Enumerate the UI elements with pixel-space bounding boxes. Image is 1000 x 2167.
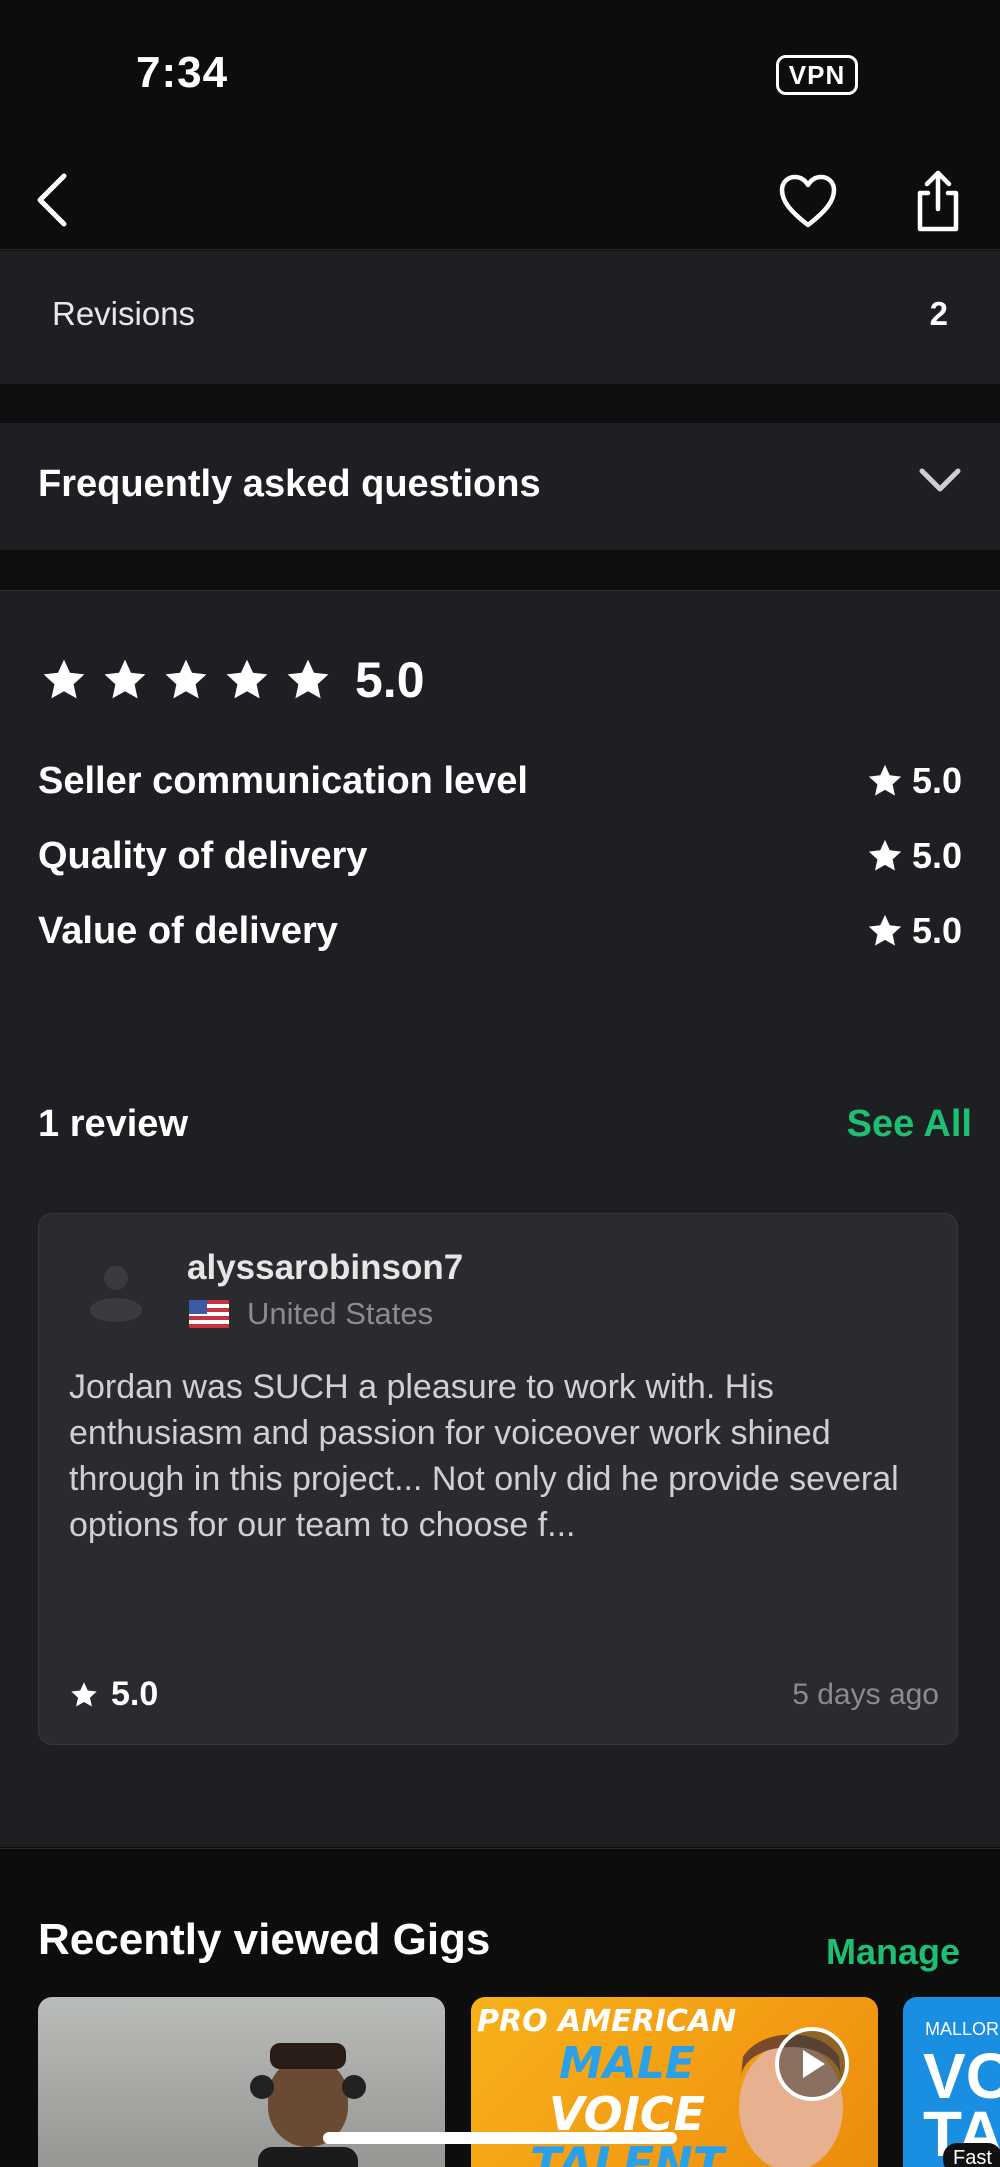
recently-viewed-section: Recently viewed Gigs Manage PRO AMERICAN… [0,1848,1000,2167]
us-flag-icon [189,1300,229,1328]
ratings-section: 5.0 Seller communication level 5.0 Quali… [0,590,1000,1847]
metric-value: 5.0 [866,760,962,802]
metric-score: 5.0 [911,760,962,801]
metric-row: Quality of delivery 5.0 [38,826,962,886]
star-icon [868,914,902,946]
manage-link[interactable]: Manage [826,1931,960,1973]
gig-card[interactable]: MALLOR VO TA Fast [903,1997,1000,2167]
overall-rating: 5.0 [40,651,425,709]
chevron-left-icon [37,173,67,227]
gig-thumbnail-line: VO [923,2040,1000,2112]
reviews-count: 1 review [38,1103,188,1145]
star-icon [43,659,85,699]
play-icon [803,2050,825,2078]
review-score-value: 5.0 [111,1675,159,1713]
recent-title: Recently viewed Gigs [38,1915,491,1964]
play-button[interactable] [775,2027,849,2101]
revisions-row: Revisions 2 [0,251,1000,384]
revisions-label: Revisions [52,295,196,332]
avatar [81,1256,151,1326]
metric-row: Seller communication level 5.0 [38,751,962,811]
gig-thumbnail-line: PRO AMERICAN [477,2004,737,2039]
share-button[interactable] [905,166,971,236]
metric-label: Quality of delivery [38,834,368,877]
heart-icon [779,174,837,228]
gig-thumbnail-image [250,2043,366,2167]
see-all-link[interactable]: See All [847,1103,972,1146]
revisions-value: 2 [929,295,948,332]
status-bar: 7:34 VPN [0,0,1000,150]
star-icon [287,659,329,699]
back-button[interactable] [22,170,82,230]
star-icon [104,659,146,699]
metric-score: 5.0 [911,910,962,951]
reviewer-country: United States [247,1296,434,1331]
metric-value: 5.0 [866,910,962,952]
metric-score: 5.0 [911,835,962,876]
review-footer: 5.0 5 days ago [69,1675,939,1714]
review-text: Jordan was SUCH a pleasure to work with.… [69,1368,899,1544]
vpn-badge: VPN [776,55,858,95]
metric-row: Value of delivery 5.0 [38,901,962,961]
gig-thumbnail-line: MALLOR [925,2019,1000,2039]
metric-value: 5.0 [866,835,962,877]
star-icon [868,764,902,796]
metric-label: Value of delivery [38,909,338,952]
star-icon [71,1681,97,1706]
star-icon [226,659,268,699]
gig-thumbnail-line: MALE [559,2038,695,2089]
chevron-down-icon [919,468,961,492]
reviewer-name: alyssarobinson7 [187,1248,464,1287]
reviews-header: 1 review See All [38,1103,972,1146]
star-icon [868,839,902,871]
overall-score: 5.0 [355,652,425,708]
review-date: 5 days ago [792,1677,939,1711]
faq-toggle[interactable]: Frequently asked questions [0,423,1000,550]
nav-bar [0,150,1000,250]
favorite-button[interactable] [775,168,841,234]
review-score: 5.0 [69,1675,158,1714]
metric-label: Seller communication level [38,759,528,802]
share-icon [917,170,959,232]
status-time: 7:34 [136,48,229,97]
faq-title: Frequently asked questions [38,463,541,505]
gig-badge: Fast [943,2143,1000,2167]
star-icon [165,659,207,699]
home-indicator[interactable] [323,2132,677,2144]
review-card[interactable]: alyssarobinson7 United States Jordan was… [38,1213,958,1745]
